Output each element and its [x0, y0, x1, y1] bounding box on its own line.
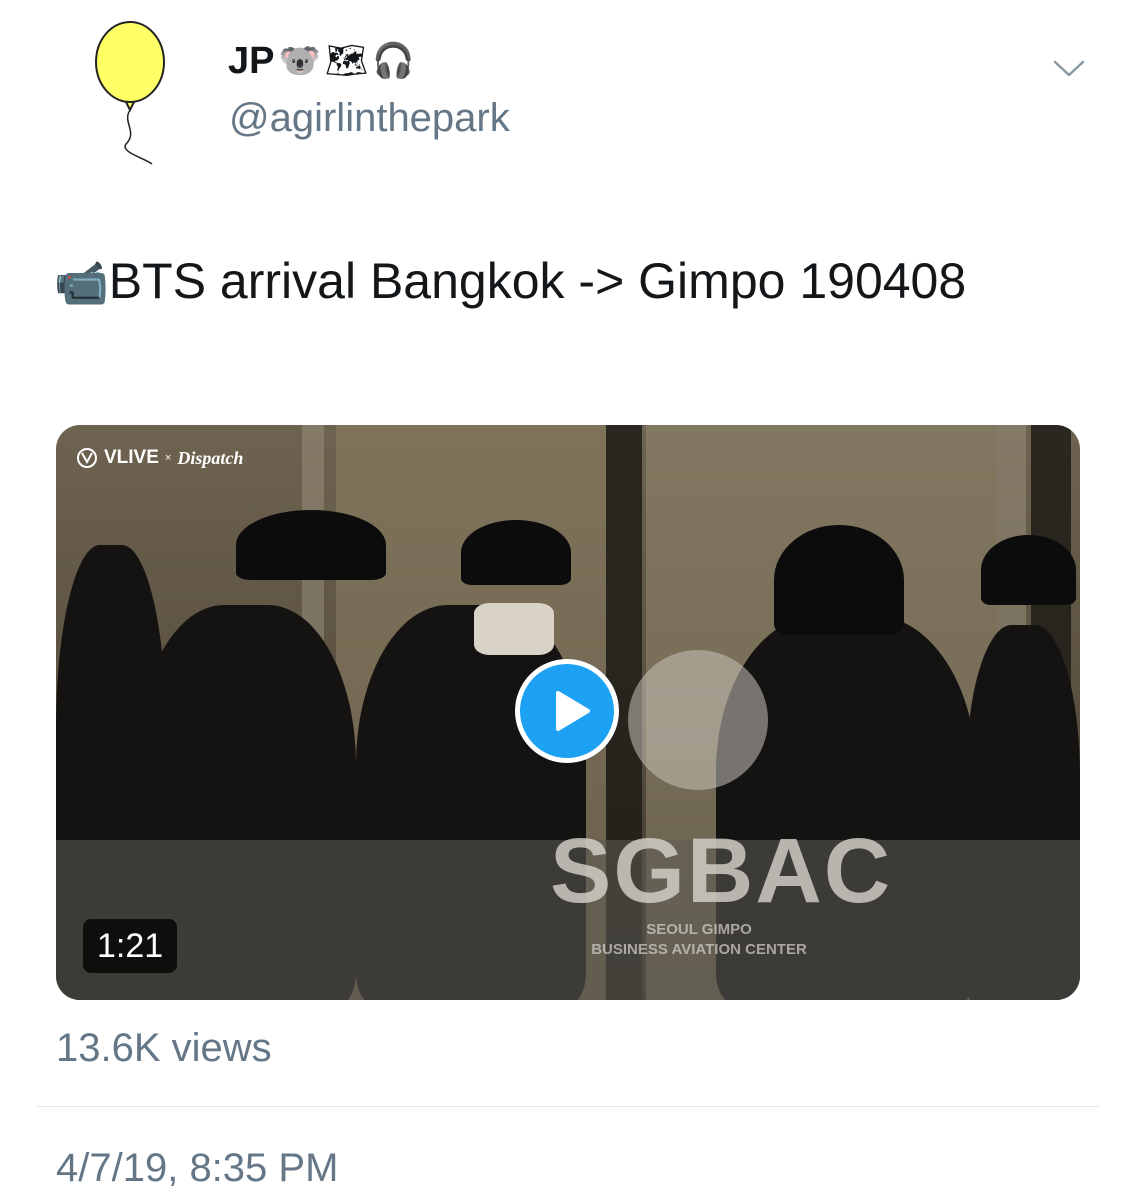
sign-subtitle: SEOUL GIMPO BUSINESS AVIATION CENTER	[544, 920, 854, 960]
view-count: 13.6K views	[56, 1026, 272, 1070]
dispatch-label: Dispatch	[177, 447, 244, 468]
sgbac-logo-icon	[628, 650, 768, 790]
more-options-button[interactable]	[1052, 58, 1086, 80]
video-player[interactable]: SGBAC SEOUL GIMPO BUSINESS AVIATION CENT…	[56, 425, 1080, 1000]
video-camera-emoji-icon: 📹	[54, 258, 109, 309]
brand-separator: ×	[164, 452, 172, 464]
play-button[interactable]	[515, 659, 619, 763]
world-map-emoji-icon: 🗺	[324, 41, 368, 81]
user-handle[interactable]: @agirlinthepark	[229, 96, 510, 141]
face-mask-shape	[474, 603, 554, 655]
avatar[interactable]	[86, 20, 176, 170]
headphone-emoji-icon: 🎧	[372, 41, 415, 81]
divider	[37, 1106, 1099, 1107]
yellow-balloon-icon	[95, 21, 165, 165]
cap-silhouette	[461, 520, 571, 585]
tweet-timestamp[interactable]: 4/7/19, 8:35 PM	[56, 1146, 338, 1191]
cap-silhouette	[236, 510, 386, 580]
cap-silhouette	[981, 535, 1076, 605]
display-name-text: JP	[228, 40, 275, 82]
cap-silhouette	[774, 525, 904, 635]
video-watermark: VLIVE × Dispatch	[76, 447, 243, 469]
vlive-logo-icon	[77, 448, 97, 468]
sign-title: SGBAC	[550, 820, 893, 922]
vlive-label: VLIVE	[104, 447, 159, 468]
display-name[interactable]: JP 🐨 🗺 🎧	[228, 42, 414, 80]
tweet-body: BTS arrival Bangkok -> Gimpo 190408	[108, 253, 967, 309]
video-duration: 1:21	[83, 919, 178, 973]
koala-emoji-icon: 🐨	[278, 41, 321, 81]
sign-line-2: BUSINESS AVIATION CENTER	[591, 941, 807, 958]
chevron-down-icon	[1053, 60, 1085, 77]
sign-line-1: SEOUL GIMPO	[646, 921, 752, 938]
play-icon	[556, 691, 590, 731]
tweet-text: 📹BTS arrival Bangkok -> Gimpo 190408	[54, 238, 1054, 327]
